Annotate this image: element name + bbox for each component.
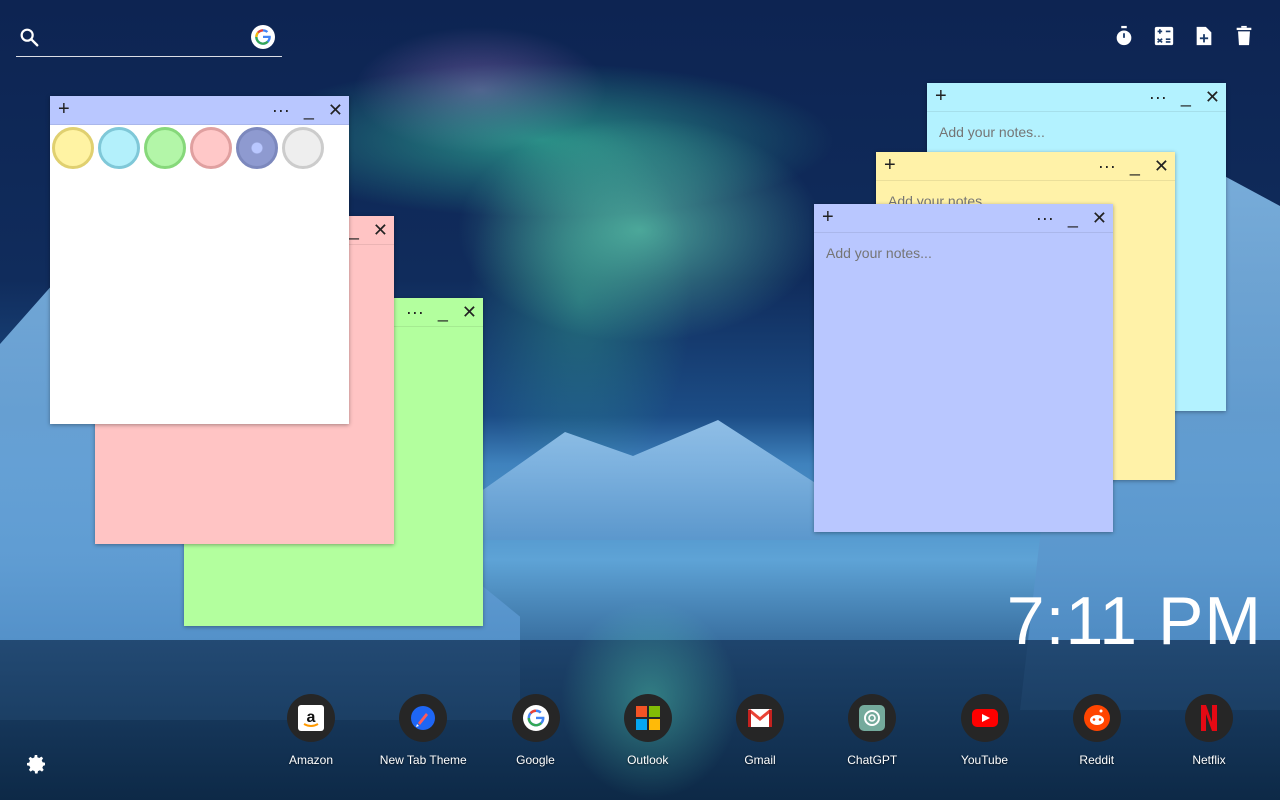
add-note-icon[interactable] bbox=[1192, 24, 1216, 48]
minimize-button[interactable]: _ bbox=[1130, 152, 1140, 180]
color-swatch-blue-selected[interactable] bbox=[236, 127, 278, 169]
chatgpt-icon bbox=[848, 694, 897, 742]
shortcut-reddit[interactable]: Reddit bbox=[1041, 694, 1153, 767]
stopwatch-icon[interactable] bbox=[1112, 24, 1136, 48]
note-white[interactable]: + ··· _ ✕ bbox=[50, 96, 349, 424]
close-button[interactable]: ✕ bbox=[328, 96, 343, 124]
google-search-icon[interactable] bbox=[251, 25, 275, 49]
add-note-button[interactable]: + bbox=[822, 206, 834, 229]
clock: 7:11 PM bbox=[1006, 583, 1262, 659]
shortcut-label: Gmail bbox=[744, 753, 776, 767]
shortcut-label: Google bbox=[516, 753, 555, 767]
shortcut-youtube[interactable]: YouTube bbox=[929, 694, 1041, 767]
gmail-icon bbox=[736, 694, 784, 742]
shortcut-amazon[interactable]: a Amazon bbox=[255, 694, 367, 767]
color-picker bbox=[50, 125, 349, 171]
shortcut-chatgpt[interactable]: ChatGPT bbox=[816, 694, 928, 767]
search-input[interactable] bbox=[50, 26, 254, 52]
close-button[interactable]: ✕ bbox=[1092, 204, 1107, 232]
shortcut-label: Outlook bbox=[627, 753, 669, 767]
minimize-button[interactable]: _ bbox=[1068, 204, 1078, 232]
add-note-button[interactable]: + bbox=[58, 98, 70, 121]
reddit-icon bbox=[1072, 694, 1121, 742]
more-options-button[interactable]: ··· bbox=[1036, 204, 1054, 232]
shortcut-dock: a Amazon New Tab Theme Google Outlook Gm… bbox=[255, 694, 1265, 767]
close-button[interactable]: ✕ bbox=[1154, 152, 1169, 180]
close-button[interactable]: ✕ bbox=[462, 298, 477, 326]
trash-icon[interactable] bbox=[1232, 24, 1256, 48]
color-swatch-gray[interactable] bbox=[282, 127, 324, 169]
color-swatch-pink[interactable] bbox=[190, 127, 232, 169]
svg-text:a: a bbox=[307, 709, 316, 726]
top-toolbar bbox=[1112, 24, 1256, 48]
shortcut-label: YouTube bbox=[960, 753, 1009, 767]
more-options-button[interactable]: ··· bbox=[1149, 83, 1167, 111]
more-options-button[interactable]: ··· bbox=[406, 298, 424, 326]
note-textarea[interactable] bbox=[824, 243, 1107, 295]
calculator-icon[interactable] bbox=[1152, 24, 1176, 48]
shortcut-gmail[interactable]: Gmail bbox=[704, 694, 816, 767]
new-tab-theme-icon bbox=[399, 694, 448, 742]
add-note-button[interactable]: + bbox=[935, 85, 947, 108]
netflix-icon bbox=[1185, 694, 1233, 742]
shortcut-netflix[interactable]: Netflix bbox=[1153, 694, 1265, 767]
close-button[interactable]: ✕ bbox=[373, 216, 388, 244]
shortcut-outlook[interactable]: Outlook bbox=[592, 694, 704, 767]
google-icon bbox=[511, 694, 560, 742]
close-button[interactable]: ✕ bbox=[1205, 83, 1220, 111]
more-options-button[interactable]: ··· bbox=[272, 96, 290, 124]
more-options-button[interactable]: ··· bbox=[1098, 152, 1116, 180]
minimize-button[interactable]: _ bbox=[438, 298, 448, 326]
color-swatch-cyan[interactable] bbox=[98, 127, 140, 169]
minimize-button[interactable]: _ bbox=[304, 96, 314, 124]
note-header: + ··· _ ✕ bbox=[814, 204, 1113, 233]
gear-icon[interactable] bbox=[24, 752, 48, 776]
shortcut-google[interactable]: Google bbox=[480, 694, 592, 767]
note-header: + ··· _ ✕ bbox=[50, 96, 349, 125]
color-swatch-yellow[interactable] bbox=[52, 127, 94, 169]
shortcut-label: Amazon bbox=[288, 753, 334, 767]
minimize-button[interactable]: _ bbox=[349, 216, 359, 244]
add-note-button[interactable]: + bbox=[884, 154, 896, 177]
amazon-icon: a bbox=[287, 694, 335, 742]
shortcut-label: Netflix bbox=[1192, 753, 1226, 767]
iceberg-middle bbox=[480, 420, 820, 540]
minimize-button[interactable]: _ bbox=[1181, 83, 1191, 111]
youtube-icon bbox=[960, 694, 1009, 742]
shortcut-label: Reddit bbox=[1079, 753, 1115, 767]
search-bar bbox=[16, 22, 282, 57]
note-blue[interactable]: + ··· _ ✕ bbox=[814, 204, 1113, 532]
shortcut-new-tab-theme[interactable]: New Tab Theme bbox=[367, 694, 479, 767]
outlook-icon bbox=[623, 694, 672, 742]
shortcut-label: ChatGPT bbox=[847, 753, 898, 767]
shortcut-label: New Tab Theme bbox=[379, 753, 467, 767]
note-header: + ··· _ ✕ bbox=[876, 152, 1175, 181]
search-icon[interactable] bbox=[18, 26, 40, 48]
note-header: + ··· _ ✕ bbox=[927, 83, 1226, 112]
color-swatch-green[interactable] bbox=[144, 127, 186, 169]
